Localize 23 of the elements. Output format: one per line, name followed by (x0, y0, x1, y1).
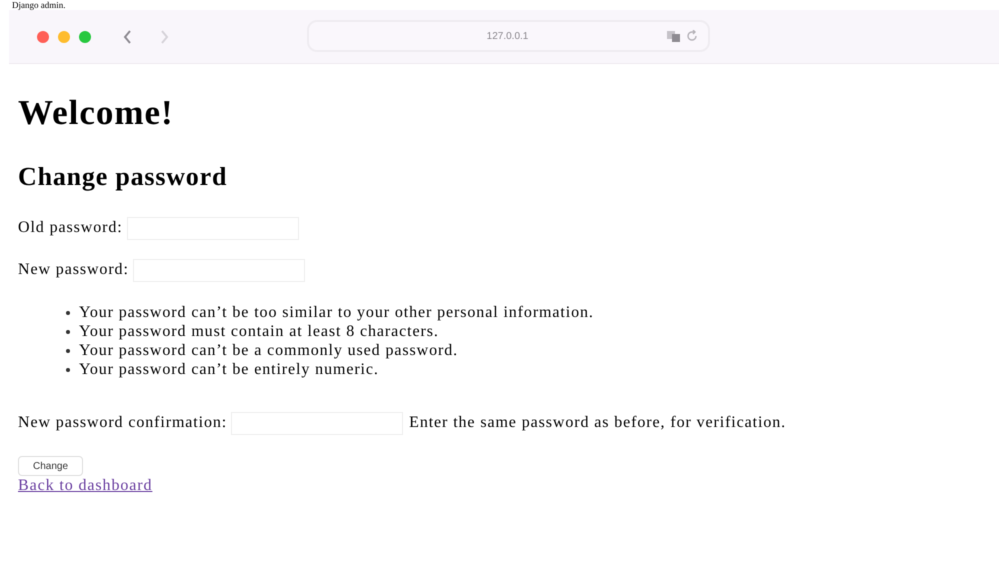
bullet-icon (66, 330, 70, 334)
field-label: New password confirmation: (18, 413, 228, 433)
help-text: Enter the same password as before, for verification. (409, 413, 786, 433)
reload-icon[interactable] (686, 30, 698, 42)
change-button[interactable]: Change (18, 456, 84, 476)
help-text: Your password must contain at least 8 characters. (79, 322, 439, 341)
back-link[interactable]: Back to dashboard (18, 476, 152, 496)
site-title: Django admin. (12, 0, 66, 10)
page-heading: Welcome! (18, 95, 175, 131)
zoom-button[interactable] (79, 30, 91, 42)
help-text: Your password can’t be too similar to your other personal information. (79, 303, 594, 322)
form-title: Change password (18, 162, 228, 192)
bullet-icon (66, 348, 70, 352)
close-button[interactable] (37, 30, 49, 42)
url-text: 127.0.0.1 (486, 30, 530, 44)
bullet-icon (66, 368, 70, 372)
field-label: New password: (18, 260, 129, 280)
bullet-icon (66, 310, 70, 314)
help-text: Your password can’t be a commonly used password. (79, 341, 458, 360)
translate-icon[interactable] (666, 30, 682, 42)
help-text: Your password can’t be entirely numeric. (79, 360, 379, 379)
field-label: Old password: (18, 218, 123, 238)
minimize-button[interactable] (58, 30, 70, 42)
